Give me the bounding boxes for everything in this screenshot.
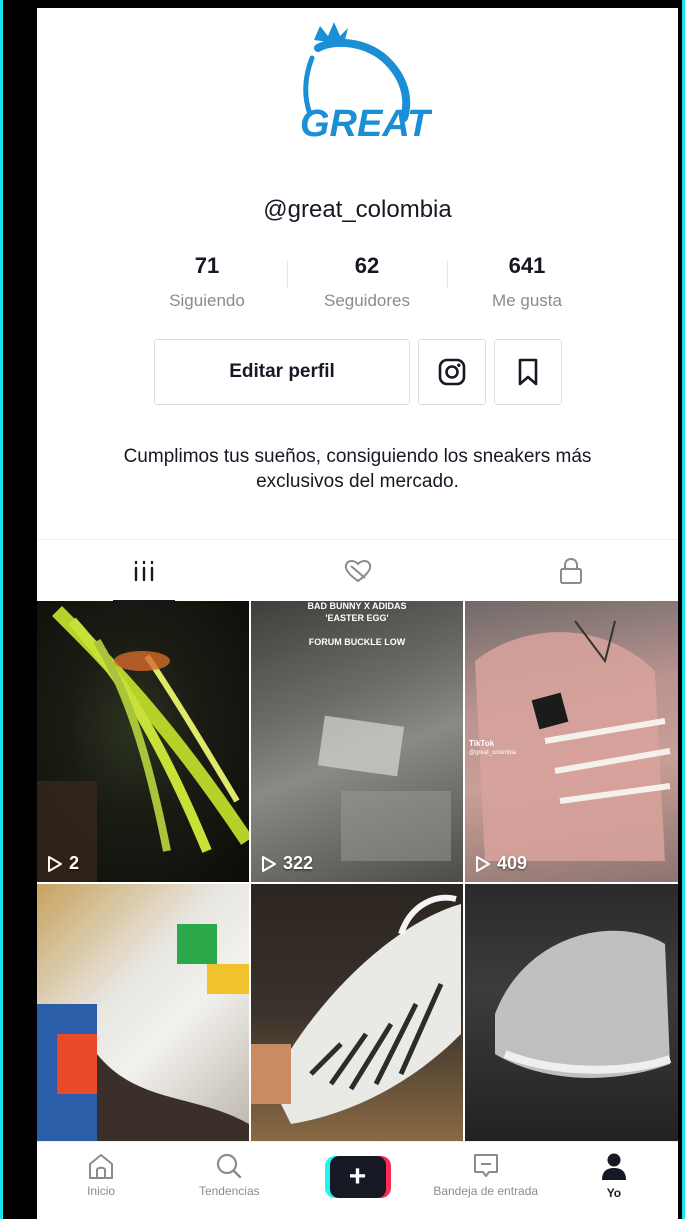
view-count-value: 2 bbox=[69, 853, 80, 873]
nav-home-label: Inicio bbox=[87, 1184, 116, 1198]
stat-following-label: Siguiendo bbox=[169, 291, 245, 310]
stat-followers-value: 62 bbox=[354, 253, 380, 278]
video-view-count: 409 bbox=[475, 853, 527, 874]
liked-heart-icon bbox=[344, 560, 371, 583]
profile-bio: Cumplimos tus sueños, consiguiendo los s… bbox=[123, 446, 592, 492]
stat-likes[interactable]: 641 Me gusta bbox=[447, 253, 607, 311]
tab-liked[interactable] bbox=[251, 540, 465, 602]
video-view-count: 2 bbox=[47, 853, 79, 874]
profile-username: @great_colombia bbox=[263, 196, 452, 223]
nav-discover-label: Tendencias bbox=[198, 1184, 260, 1198]
profile-actions: Editar perfil bbox=[154, 339, 562, 405]
nav-create[interactable]: + bbox=[293, 1142, 421, 1219]
video-thumbnail[interactable] bbox=[251, 884, 463, 1141]
white-sneaker-image bbox=[495, 930, 672, 1078]
profile-screen: GREAT @great_colombia 71 Siguiendo 62 Se… bbox=[37, 8, 678, 1219]
pink-sneaker-image bbox=[475, 620, 671, 861]
stat-followers-label: Seguidores bbox=[323, 291, 410, 310]
screen-edge-left bbox=[0, 0, 8, 1219]
videos-grid-icon bbox=[134, 560, 154, 582]
bookmark-icon bbox=[518, 358, 538, 386]
video-thumbnail[interactable]: BAD BUNNY X ADIDAS 'EASTER EGG' FORUM BU… bbox=[251, 601, 463, 882]
nav-profile[interactable]: Yo bbox=[550, 1142, 678, 1219]
instagram-icon bbox=[438, 358, 466, 386]
favorites-button[interactable] bbox=[494, 339, 562, 405]
view-count-value: 409 bbox=[497, 853, 528, 873]
create-plus-icon: + bbox=[324, 1156, 391, 1198]
screen-edge-right bbox=[677, 0, 685, 1219]
tiktok-watermark-user: @great_colombia bbox=[469, 750, 517, 756]
tab-private[interactable] bbox=[464, 540, 678, 602]
home-icon bbox=[89, 1154, 114, 1179]
colorful-sneaker-image bbox=[37, 924, 249, 1141]
video-thumbnail[interactable]: TikTok @great_colombia 409 bbox=[465, 601, 678, 882]
video-thumbnail[interactable] bbox=[465, 884, 678, 1141]
profile-icon bbox=[601, 1153, 626, 1180]
zebra-sneaker-image bbox=[251, 894, 461, 1124]
tab-videos[interactable] bbox=[37, 540, 251, 602]
stat-followers[interactable]: 62 Seguidores bbox=[287, 253, 447, 311]
instagram-button[interactable] bbox=[418, 339, 486, 405]
blurred-box-image bbox=[317, 715, 451, 861]
nav-profile-label: Yo bbox=[606, 1186, 622, 1200]
nav-home[interactable]: Inicio bbox=[37, 1142, 165, 1219]
private-lock-icon bbox=[560, 557, 583, 584]
sneaker-image bbox=[37, 606, 249, 882]
bottom-navigation: Inicio Tendencias + Bandeja de entrada Y… bbox=[37, 1141, 678, 1219]
video-view-count: 322 bbox=[261, 853, 313, 874]
nav-discover[interactable]: Tendencias bbox=[165, 1142, 293, 1219]
stat-following-value: 71 bbox=[194, 253, 220, 278]
stat-following[interactable]: 71 Siguiendo bbox=[127, 253, 287, 311]
logo-text: GREAT bbox=[300, 103, 432, 143]
stat-likes-value: 641 bbox=[508, 253, 546, 278]
nav-inbox-label: Bandeja de entrada bbox=[433, 1184, 539, 1198]
play-icon bbox=[48, 855, 62, 872]
edit-profile-button[interactable]: Editar perfil bbox=[154, 339, 410, 405]
tiktok-watermark: TikTok bbox=[469, 739, 495, 748]
inbox-icon bbox=[473, 1154, 498, 1177]
video-thumbnail[interactable]: 2 bbox=[37, 601, 249, 882]
video-grid: 2 BAD BUNNY X ADIDAS 'EASTER EGG' FORUM … bbox=[37, 601, 678, 1141]
play-icon bbox=[476, 855, 490, 872]
profile-stats: 71 Siguiendo 62 Seguidores 641 Me gusta bbox=[127, 253, 607, 311]
play-icon bbox=[262, 855, 276, 872]
profile-avatar-logo[interactable]: GREAT bbox=[292, 18, 432, 143]
stat-likes-label: Me gusta bbox=[492, 291, 562, 310]
nav-inbox[interactable]: Bandeja de entrada bbox=[422, 1142, 550, 1219]
profile-tabs bbox=[37, 539, 678, 602]
search-icon bbox=[217, 1153, 242, 1179]
view-count-value: 322 bbox=[283, 853, 314, 873]
video-thumbnail[interactable] bbox=[37, 884, 249, 1141]
